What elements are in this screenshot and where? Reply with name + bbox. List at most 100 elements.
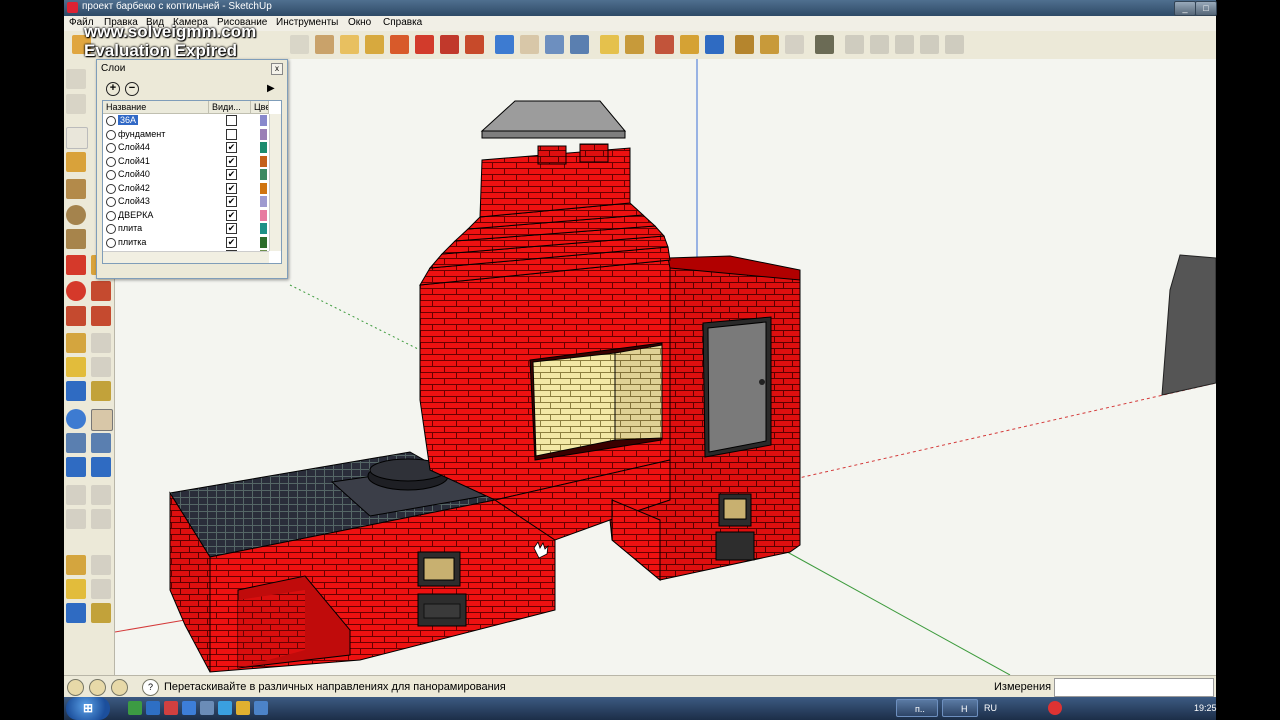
rotate-tool-icon[interactable] (415, 35, 434, 54)
layer-color-swatch[interactable] (260, 223, 267, 234)
record-icon[interactable] (1048, 701, 1062, 715)
layer-visible-checkbox[interactable]: ✔ (226, 182, 237, 194)
layer-color-swatch[interactable] (260, 209, 267, 221)
layer-visible-checkbox[interactable]: ✔ (226, 142, 237, 153)
layer-row[interactable]: ДВЕРКА ✔ (103, 209, 269, 223)
zoom-extents-left-icon[interactable] (91, 457, 111, 477)
language-indicator[interactable]: RU (984, 703, 997, 713)
iso-view-icon[interactable] (845, 35, 864, 54)
quicklaunch-icon-8[interactable] (254, 701, 268, 715)
move-icon[interactable] (66, 255, 86, 275)
credits-icon[interactable] (89, 679, 106, 696)
minimize-button[interactable]: _ (1174, 1, 1196, 16)
active-layer-radio[interactable] (106, 210, 116, 221)
layer-name[interactable]: плита (118, 223, 142, 233)
start-button[interactable]: ⊞ (66, 697, 110, 720)
col-color-header[interactable]: Цве (251, 101, 269, 114)
ie-icon[interactable] (182, 701, 196, 715)
active-layer-radio[interactable] (106, 116, 116, 126)
previous-view-icon[interactable] (66, 457, 86, 477)
layers-horizontal-scrollbar[interactable] (103, 251, 269, 263)
active-layer-radio[interactable] (106, 237, 116, 248)
layer-row[interactable]: Слой43 ✔ (103, 195, 269, 209)
sketchup-app-icon[interactable] (67, 2, 78, 13)
smoker-ash-door[interactable] (715, 531, 755, 561)
text-icon[interactable] (91, 357, 111, 377)
layer-row[interactable]: Слой40 ✔ (103, 168, 269, 182)
active-layer-radio[interactable] (106, 156, 116, 167)
layer-name[interactable]: Слой41 (118, 156, 150, 166)
quicklaunch-icon-5[interactable] (200, 701, 214, 715)
follow-me-icon[interactable] (440, 35, 459, 54)
layer-color-swatch[interactable] (260, 236, 267, 248)
layer-visible-checkbox[interactable] (226, 128, 237, 140)
front-view-icon[interactable] (895, 35, 914, 54)
pan-icon[interactable] (520, 35, 539, 54)
yandex-icon[interactable] (164, 701, 178, 715)
layer-visible-checkbox[interactable]: ✔ (226, 236, 237, 248)
layer-color-swatch[interactable] (260, 155, 267, 167)
tape-2-icon[interactable] (66, 555, 86, 575)
paint-bucket-icon[interactable] (340, 35, 359, 54)
layer-name[interactable]: Слой43 (118, 196, 150, 206)
right-view-icon[interactable] (920, 35, 939, 54)
menu-tools[interactable]: Инструменты (276, 17, 338, 28)
offset-left-icon[interactable] (91, 306, 111, 326)
text-2-icon[interactable] (91, 579, 111, 599)
active-layer-radio[interactable] (106, 183, 116, 194)
active-layer-radio[interactable] (106, 224, 116, 234)
polygon-icon[interactable] (66, 229, 86, 249)
user-icon[interactable] (111, 679, 128, 696)
layer-visible-checkbox[interactable]: ✔ (226, 223, 237, 234)
help-icon[interactable]: ? (142, 679, 159, 696)
dimension-icon[interactable] (91, 333, 111, 353)
tape-icon[interactable] (66, 333, 86, 353)
protractor-2-icon[interactable] (66, 579, 86, 599)
3d-text-icon[interactable] (91, 381, 111, 401)
scale-icon[interactable] (66, 306, 86, 326)
active-layer-radio[interactable] (106, 170, 116, 180)
layer-name[interactable]: фундамент (118, 129, 165, 139)
position-camera-icon[interactable] (66, 485, 86, 505)
measurements-input[interactable] (1054, 678, 1214, 697)
layers-close-button[interactable]: x (271, 63, 283, 75)
quicklaunch-icon-2[interactable] (146, 701, 160, 715)
layers-vertical-scrollbar[interactable] (269, 114, 281, 251)
look-around-left-icon[interactable] (91, 485, 111, 505)
layer-visible-checkbox[interactable] (226, 115, 237, 126)
protractor-left-icon[interactable] (66, 357, 86, 377)
offset-tool-icon[interactable] (465, 35, 484, 54)
layer-visible-checkbox[interactable]: ✔ (226, 209, 237, 221)
col-name-header[interactable]: Название (103, 101, 209, 114)
layer-row[interactable]: плита ✔ (103, 222, 269, 236)
rotate-icon[interactable] (66, 281, 86, 301)
door-handle[interactable] (759, 379, 765, 385)
dimension-2-icon[interactable] (91, 555, 111, 575)
taskbar-sketchup[interactable]: п.. (896, 699, 938, 717)
move-tool-icon[interactable] (390, 35, 409, 54)
layer-row[interactable]: плитка ✔ (103, 236, 269, 250)
active-layer-radio[interactable] (106, 197, 116, 207)
layer-name[interactable]: 36A (118, 115, 139, 125)
active-layer-radio[interactable] (106, 129, 116, 140)
components-icon[interactable] (735, 35, 754, 54)
col-visible-header[interactable]: Види... (209, 101, 251, 114)
taskbar-recorder[interactable]: Н (942, 699, 978, 717)
walkthrough-icon[interactable] (66, 94, 86, 114)
maximize-button[interactable]: □ (1195, 1, 1217, 16)
layers-details-arrow-icon[interactable]: ▶ (267, 83, 275, 94)
layer-visible-checkbox[interactable]: ✔ (226, 155, 237, 167)
walk-icon[interactable] (680, 35, 699, 54)
layer-color-swatch[interactable] (260, 169, 267, 180)
zoom-window-icon[interactable] (91, 433, 111, 453)
zoom-left-icon[interactable] (66, 433, 86, 453)
zoom-icon[interactable] (545, 35, 564, 54)
select-arrow-icon[interactable] (66, 127, 88, 149)
top-view-icon[interactable] (870, 35, 889, 54)
circle-icon[interactable] (66, 205, 86, 225)
menu-window[interactable]: Окно (348, 17, 371, 28)
layer-row[interactable]: 36A (103, 114, 269, 128)
3d-text-2-icon[interactable] (91, 603, 111, 623)
layer-name[interactable]: ДВЕРКА (118, 210, 153, 220)
circle-tool-icon[interactable] (290, 35, 309, 54)
